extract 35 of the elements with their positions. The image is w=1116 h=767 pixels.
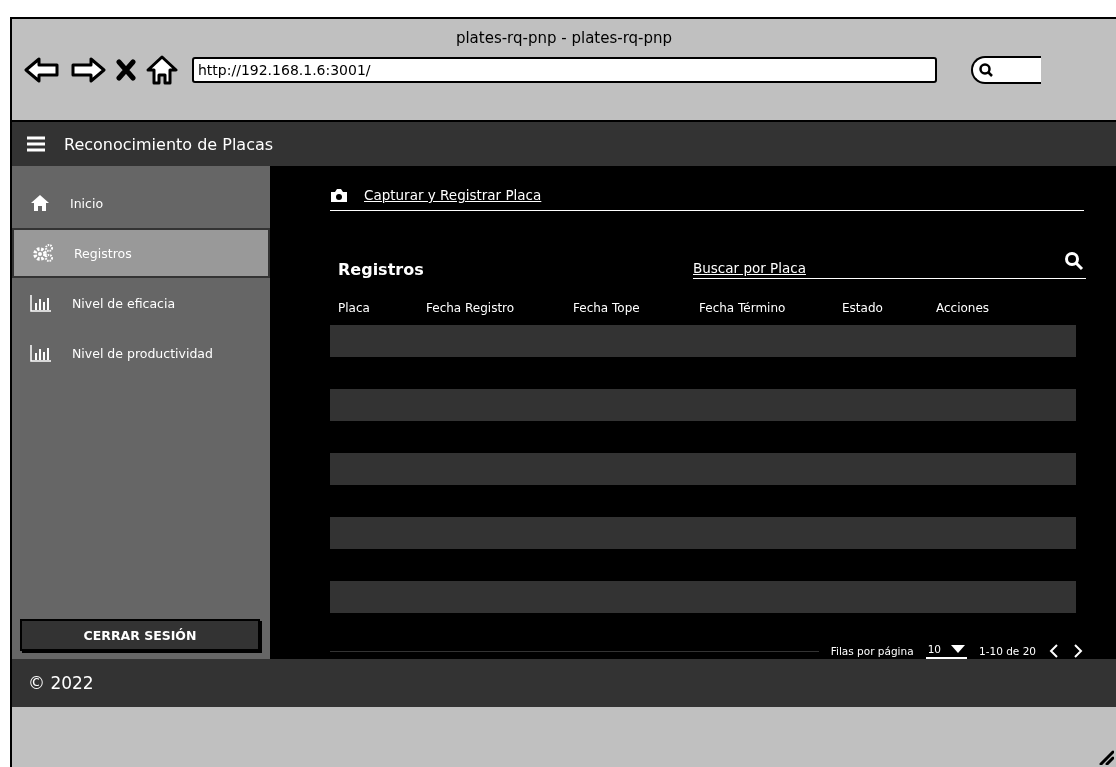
- search-icon: [978, 62, 994, 78]
- gears-icon: [32, 243, 54, 263]
- search-icon[interactable]: [1064, 251, 1084, 271]
- section-heading: Registros: [337, 260, 425, 279]
- next-icon[interactable]: [1072, 644, 1084, 658]
- window-title: plates-rq-pnp - plates-rq-pnp: [455, 28, 673, 47]
- sidebar-item[interactable]: Nivel de productividad: [12, 328, 270, 378]
- bar-chart-icon: [30, 344, 52, 362]
- home-icon[interactable]: [146, 55, 178, 85]
- home-icon: [30, 194, 50, 212]
- column-header: Estado: [842, 301, 884, 315]
- copyright-text: © 2022: [28, 673, 94, 693]
- close-icon[interactable]: [116, 59, 136, 81]
- column-header: Fecha Tope: [573, 301, 641, 315]
- forward-icon[interactable]: [70, 56, 106, 84]
- previous-icon[interactable]: [1048, 644, 1060, 658]
- resize-grip-icon[interactable]: [1098, 749, 1114, 765]
- logout-button[interactable]: CERRAR SESIÓN: [20, 619, 260, 651]
- bar-chart-icon: [30, 294, 52, 312]
- page-range: 1-10 de 20: [979, 645, 1036, 657]
- column-header: Fecha Término: [699, 301, 787, 315]
- column-header: Fecha Registro: [426, 301, 516, 315]
- menu-icon[interactable]: [26, 136, 46, 152]
- camera-icon[interactable]: [330, 187, 348, 203]
- app-title: Reconocimiento de Placas: [64, 134, 274, 154]
- url-field[interactable]: http://192.168.1.6:3001/: [192, 57, 937, 83]
- column-header: Placa: [338, 301, 371, 315]
- sidebar-item[interactable]: Inicio: [12, 178, 270, 228]
- capture-link[interactable]: Capturar y Registrar Placa: [364, 187, 542, 203]
- sidebar-item[interactable]: Nivel de eficacia: [12, 278, 270, 328]
- search-field[interactable]: [971, 56, 1041, 84]
- rows-per-page-label: Filas por página: [830, 645, 914, 657]
- caret-icon: [951, 645, 965, 653]
- column-header: Acciones: [936, 301, 990, 315]
- back-icon[interactable]: [24, 56, 60, 84]
